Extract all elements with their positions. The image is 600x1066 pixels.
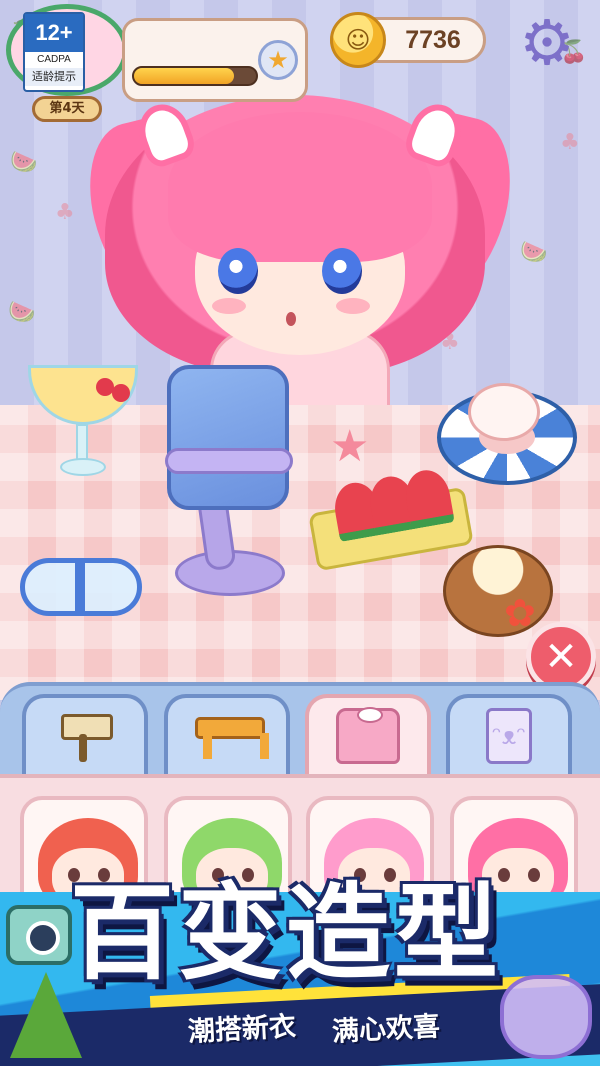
coconut-drink-prop[interactable] bbox=[443, 545, 553, 637]
cocktail-foot bbox=[60, 458, 106, 476]
cherry-icon bbox=[112, 384, 130, 402]
level-star-icon: ★ bbox=[258, 40, 298, 80]
tab-furniture[interactable] bbox=[164, 694, 290, 774]
age-rating-badge: 12+ CADPA 适龄提示 bbox=[23, 12, 85, 92]
character-blush bbox=[336, 298, 370, 314]
tab-decor-tools[interactable] bbox=[22, 694, 148, 774]
xp-progress-bar bbox=[132, 66, 258, 86]
starfish-prop[interactable]: ★ bbox=[330, 425, 369, 469]
phone-stand-clamp bbox=[165, 448, 293, 474]
coin-icon: ☺ bbox=[330, 12, 386, 68]
bunny-card-icon: ᵔᴥᵔ bbox=[486, 708, 532, 764]
camera-icon bbox=[6, 905, 72, 965]
tab-stickers[interactable]: ᵔᴥᵔ bbox=[446, 694, 572, 774]
paint-roller-icon bbox=[55, 708, 115, 764]
character-eye-left bbox=[218, 248, 258, 294]
character-eye-right bbox=[322, 248, 362, 294]
promo-subtitle-right: 满心欢喜 bbox=[331, 1011, 441, 1048]
gear-icon: ⚙ bbox=[519, 6, 575, 79]
settings-button[interactable]: ⚙ bbox=[514, 12, 580, 78]
phone-prop[interactable] bbox=[167, 365, 289, 510]
watermelon-wallpaper-icon: 🍉 bbox=[8, 300, 36, 325]
day-counter: 第4天 bbox=[32, 96, 102, 122]
bunny-plush-prop[interactable] bbox=[468, 383, 540, 441]
xp-progress-fill bbox=[134, 68, 235, 84]
hibiscus-flower-icon: ✿ bbox=[504, 591, 536, 635]
character-bangs bbox=[168, 112, 432, 262]
promo-title: 百变造型 bbox=[70, 872, 503, 994]
tab-clothing[interactable] bbox=[305, 694, 431, 774]
age-rating-org: CADPA bbox=[37, 54, 71, 65]
age-rating-tip: 适龄提示 bbox=[25, 68, 83, 86]
character-blush bbox=[212, 298, 246, 314]
stool-icon bbox=[195, 711, 269, 761]
close-icon: ✕ bbox=[544, 634, 578, 680]
clover-wallpaper-icon: ♣ bbox=[55, 200, 75, 225]
clover-wallpaper-icon: ♣ bbox=[560, 130, 580, 155]
age-rating-number: 12+ bbox=[25, 14, 83, 52]
watermelon-wallpaper-icon: 🍉 bbox=[10, 150, 38, 175]
shirt-icon bbox=[336, 707, 400, 764]
character-mouth bbox=[286, 312, 296, 326]
promo-subtitle-left: 潮搭新衣 bbox=[187, 1011, 297, 1048]
swim-goggles-prop[interactable] bbox=[20, 558, 142, 616]
watermelon-wallpaper-icon: 🍉 bbox=[520, 240, 548, 265]
coin-count: 7736 bbox=[405, 26, 461, 54]
